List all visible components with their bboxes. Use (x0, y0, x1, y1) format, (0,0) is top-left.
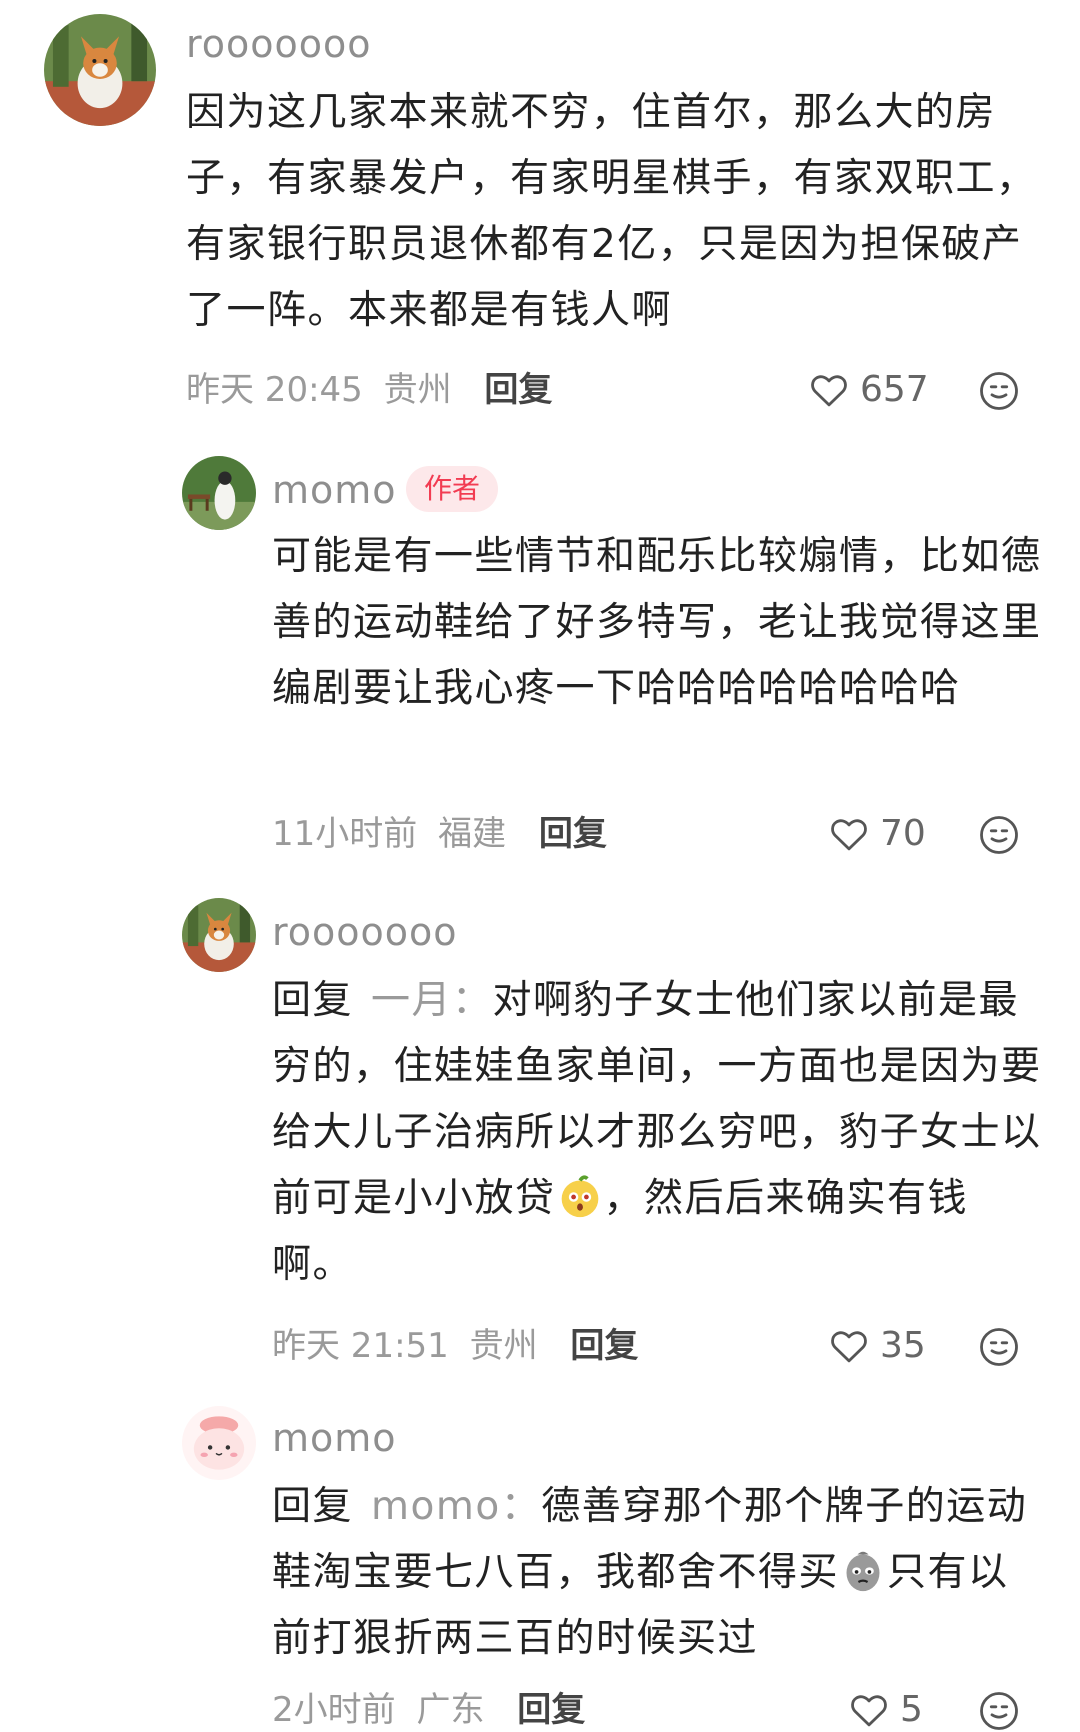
sad-face-emoji (846, 1551, 880, 1592)
comment-body: 可能是有一些情节和配乐比较煽情，比如德善的运动鞋给了好多特写，老让我觉得这里编剧… (272, 534, 1042, 711)
smiley-face-icon[interactable] (978, 814, 1020, 856)
location: 福建 (438, 814, 507, 854)
comment-text: 可能是有一些情节和配乐比较煽情，比如德善的运动鞋给了好多特写，老让我觉得这里编剧… (272, 524, 1042, 722)
comment-meta: 昨天 21:51 贵州 回复 (272, 1324, 638, 1368)
avatar-corgi[interactable] (44, 14, 156, 126)
username[interactable]: rooooooo (272, 910, 458, 954)
smiley-face-icon[interactable] (978, 1690, 1020, 1732)
heart-outline-icon (808, 369, 850, 411)
reply-target[interactable]: 一月： (371, 978, 493, 1023)
peach-avatar-icon (182, 1406, 256, 1480)
location: 贵州 (383, 370, 452, 410)
like-button[interactable]: 70 (828, 812, 926, 856)
timestamp: 昨天 21:51 (272, 1326, 449, 1366)
comment-text: 回复 一月：对啊豹子女士他们家以前是最穷的，住娃娃鱼家单间，一方面也是因为要给大儿… (272, 968, 1042, 1298)
avatar-momo[interactable] (182, 456, 256, 530)
like-button[interactable]: 657 (808, 368, 929, 412)
like-count: 657 (860, 369, 929, 410)
author-badge: 作者 (406, 466, 499, 512)
like-button[interactable]: 5 (848, 1688, 923, 1732)
corgi-avatar-icon (182, 898, 256, 972)
username[interactable]: momo (272, 468, 397, 512)
like-count: 5 (900, 1689, 923, 1730)
username[interactable]: rooooooo (186, 22, 372, 66)
heart-outline-icon (828, 1325, 870, 1367)
like-count: 35 (880, 1325, 926, 1366)
girl-bench-avatar-icon (182, 456, 256, 530)
location: 贵州 (469, 1326, 538, 1366)
timestamp: 昨天 20:45 (186, 370, 363, 410)
avatar-corgi[interactable] (182, 898, 256, 972)
reply-target[interactable]: momo： (371, 1484, 541, 1529)
comment-meta: 2小时前 广东 回复 (272, 1688, 585, 1732)
comment-body: 因为这几家本来就不穷，住首尔，那么大的房子，有家暴发户，有家明星棋手，有家双职工… (186, 90, 1037, 333)
comment-text: 回复 momo：德善穿那个那个牌子的运动鞋淘宝要七八百，我都舍不得买 只有以前打狠折… (272, 1474, 1042, 1672)
timestamp: 11小时前 (272, 814, 418, 854)
corgi-avatar-icon (44, 14, 156, 126)
username[interactable]: momo (272, 1416, 397, 1460)
like-button[interactable]: 35 (828, 1324, 926, 1368)
reply-button[interactable]: 回复 (539, 814, 607, 854)
comment-meta: 11小时前 福建 回复 (272, 812, 607, 856)
heart-outline-icon (828, 813, 870, 855)
reply-prefix: 回复 (272, 978, 354, 1023)
comment-text: 因为这几家本来就不穷，住首尔，那么大的房子，有家暴发户，有家明星棋手，有家双职工… (186, 80, 1046, 344)
reply-button[interactable]: 回复 (517, 1690, 585, 1730)
location: 广东 (416, 1690, 485, 1730)
heart-outline-icon (848, 1689, 890, 1731)
smiley-face-icon[interactable] (978, 370, 1020, 412)
comment-meta: 昨天 20:45 贵州 回复 (186, 368, 552, 412)
timestamp: 2小时前 (272, 1690, 396, 1730)
smiley-face-icon[interactable] (978, 1326, 1020, 1368)
reply-prefix: 回复 (272, 1484, 354, 1529)
reply-button[interactable]: 回复 (484, 370, 552, 410)
avatar-momo-peach[interactable] (182, 1406, 256, 1480)
surprised-face-emoji (561, 1175, 598, 1218)
like-count: 70 (880, 813, 926, 854)
reply-button[interactable]: 回复 (570, 1326, 638, 1366)
